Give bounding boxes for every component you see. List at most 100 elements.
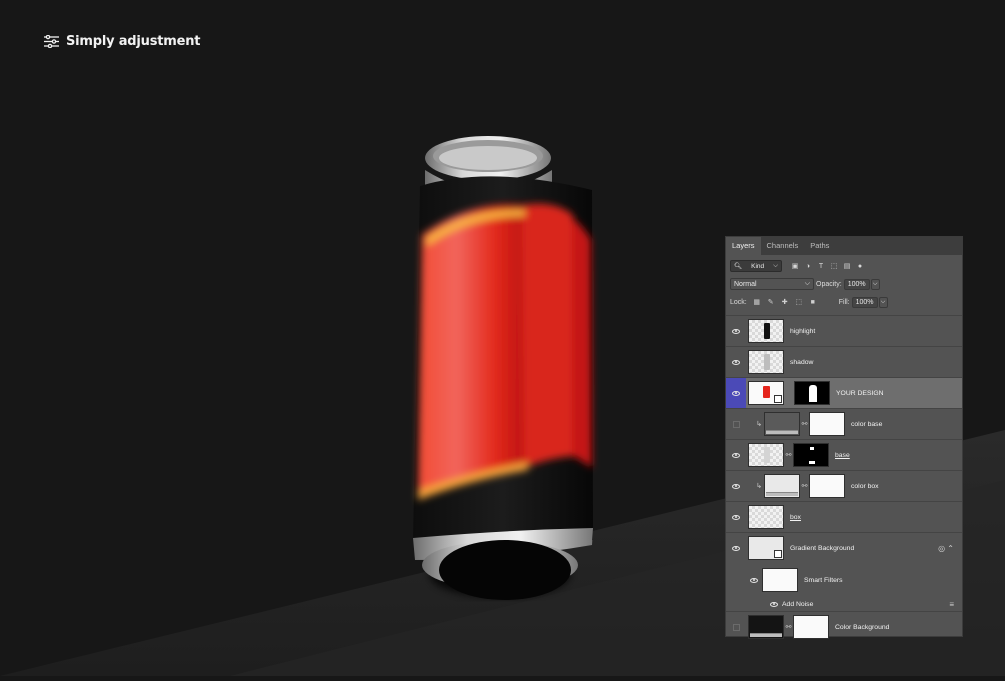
type-filter-icon[interactable]: T: [817, 262, 825, 270]
layer-mask-thumbnail[interactable]: [809, 412, 845, 436]
visibility-toggle[interactable]: [726, 612, 746, 642]
layer-name: Smart Filters: [804, 576, 843, 584]
link-icon: ⚯: [785, 624, 792, 631]
layer-thumbnail: [748, 319, 784, 343]
layer-thumbnail: [748, 615, 784, 639]
can-bottom-shadow: [439, 540, 571, 600]
link-icon: ⚯: [801, 421, 808, 428]
blend-mode-select[interactable]: Normal ⌵: [730, 278, 814, 290]
smart-filter-icon[interactable]: ◎ ⌃: [938, 544, 954, 553]
smart-object-filter-icon[interactable]: ▤: [843, 262, 851, 270]
sliders-icon: [44, 35, 59, 48]
can: [413, 136, 593, 600]
lock-pixels-icon[interactable]: ✎: [767, 298, 775, 306]
layer-thumbnail: [748, 536, 784, 560]
filter-kind-label: Kind: [751, 262, 765, 270]
lock-all-icon[interactable]: ■: [809, 298, 817, 306]
adjustment-filter-icon[interactable]: ◑: [804, 262, 812, 270]
layer-highlight[interactable]: highlight: [726, 315, 962, 346]
visibility-toggle[interactable]: [726, 409, 746, 439]
clipping-arrow-icon: ↳: [756, 421, 762, 428]
lock-artboard-icon[interactable]: ⬚: [795, 298, 803, 306]
visibility-toggle[interactable]: [726, 316, 746, 346]
tab-channels[interactable]: Channels: [761, 237, 805, 255]
layer-thumbnail: [748, 381, 784, 405]
chevron-down-icon: ⌵: [773, 262, 778, 269]
can-lid-inner: [439, 146, 537, 170]
layer-color-base[interactable]: ↳ ⚯ color base: [726, 408, 962, 439]
smart-object-badge: [774, 395, 782, 403]
visibility-toggle[interactable]: [726, 378, 746, 408]
layer-thumbnail: [764, 474, 800, 498]
layer-name: shadow: [790, 358, 814, 366]
eye-icon: [732, 452, 740, 458]
layer-shadow[interactable]: shadow: [726, 346, 962, 377]
eye-icon: [732, 545, 740, 551]
tab-paths[interactable]: Paths: [804, 237, 835, 255]
layer-thumbnail: [748, 443, 784, 467]
layer-thumbnail: [748, 505, 784, 529]
fill-label: Fill:: [838, 298, 850, 306]
lock-row: Lock: ▦ ✎ ✚ ⬚ ■ Fill: 100% ⌵: [726, 293, 962, 311]
filter-toggle-icon[interactable]: ●: [856, 262, 864, 270]
layer-mask-thumbnail[interactable]: [793, 615, 829, 639]
search-icon: 🔍︎: [734, 263, 743, 270]
visibility-toggle[interactable]: [726, 440, 746, 470]
fill-dropdown-button[interactable]: ⌵: [878, 296, 888, 308]
layers-list: highlight shadow YOUR DESIGN ↳ ⚯ color b…: [726, 315, 962, 642]
visibility-toggle[interactable]: [726, 601, 780, 607]
smart-filter-mask-thumbnail: [762, 568, 798, 592]
pixel-filter-icon[interactable]: ▣: [791, 262, 799, 270]
layer-name: base: [835, 451, 850, 459]
layer-name: YOUR DESIGN: [836, 389, 884, 397]
eye-icon: [732, 483, 740, 489]
layer-box[interactable]: box: [726, 501, 962, 532]
mockup-stage: Simply adjustment Layers Channels Paths …: [0, 0, 1005, 676]
visibility-toggle[interactable]: [726, 577, 762, 583]
filter-row: 🔍︎ Kind ⌵ ▣ ◑ T ⬚ ▤ ●: [726, 257, 962, 275]
layer-your-design[interactable]: YOUR DESIGN: [726, 377, 962, 408]
visibility-toggle[interactable]: [726, 471, 746, 501]
eye-icon: [770, 601, 778, 607]
layer-thumbnail: [748, 350, 784, 374]
visibility-toggle[interactable]: [726, 533, 746, 563]
filter-blend-options-icon[interactable]: ≡: [949, 600, 954, 609]
opacity-dropdown-button[interactable]: ⌵: [870, 278, 880, 290]
filter-add-noise-row[interactable]: Add Noise ≡: [726, 597, 962, 611]
eye-icon: [732, 359, 740, 365]
shape-filter-icon[interactable]: ⬚: [830, 262, 838, 270]
layer-name: highlight: [790, 327, 816, 335]
blend-row: Normal ⌵ Opacity: 100% ⌵: [726, 275, 962, 293]
lock-transparency-icon[interactable]: ▦: [753, 298, 761, 306]
blend-mode-label: Normal: [734, 280, 757, 288]
eye-icon: [732, 390, 740, 396]
fill-input[interactable]: 100%: [851, 296, 878, 308]
visibility-toggle[interactable]: [726, 502, 746, 532]
smart-filters-row[interactable]: Smart Filters: [726, 563, 962, 597]
filter-kind-select[interactable]: 🔍︎ Kind ⌵: [730, 260, 782, 272]
layer-color-box[interactable]: ↳ ⚯ color box: [726, 470, 962, 501]
chevron-down-icon: ⌵: [804, 280, 810, 287]
layer-mask-thumbnail[interactable]: [793, 443, 829, 467]
link-icon: ⚯: [801, 483, 808, 490]
layer-thumbnail: [764, 412, 800, 436]
brand-title: Simply adjustment: [66, 34, 201, 49]
panel-tabs: Layers Channels Paths: [726, 237, 962, 255]
lock-position-icon[interactable]: ✚: [781, 298, 789, 306]
layer-color-background[interactable]: ⚯ Color Background: [726, 611, 962, 642]
brand-header: Simply adjustment: [44, 34, 201, 49]
layer-mask-thumbnail[interactable]: [794, 381, 830, 405]
layer-name: color box: [851, 482, 879, 490]
opacity-label: Opacity:: [816, 280, 842, 288]
smart-object-badge: [774, 550, 782, 558]
lock-label: Lock:: [730, 298, 747, 306]
layer-mask-thumbnail[interactable]: [809, 474, 845, 498]
layer-name: Add Noise: [782, 600, 814, 608]
can-design: [418, 203, 592, 500]
layer-gradient-background[interactable]: Gradient Background ◎ ⌃: [726, 532, 962, 563]
layer-base[interactable]: ⚯ base: [726, 439, 962, 470]
visibility-toggle[interactable]: [726, 347, 746, 377]
opacity-input[interactable]: 100%: [843, 278, 870, 290]
layer-name: Color Background: [835, 623, 890, 631]
tab-layers[interactable]: Layers: [726, 237, 761, 255]
